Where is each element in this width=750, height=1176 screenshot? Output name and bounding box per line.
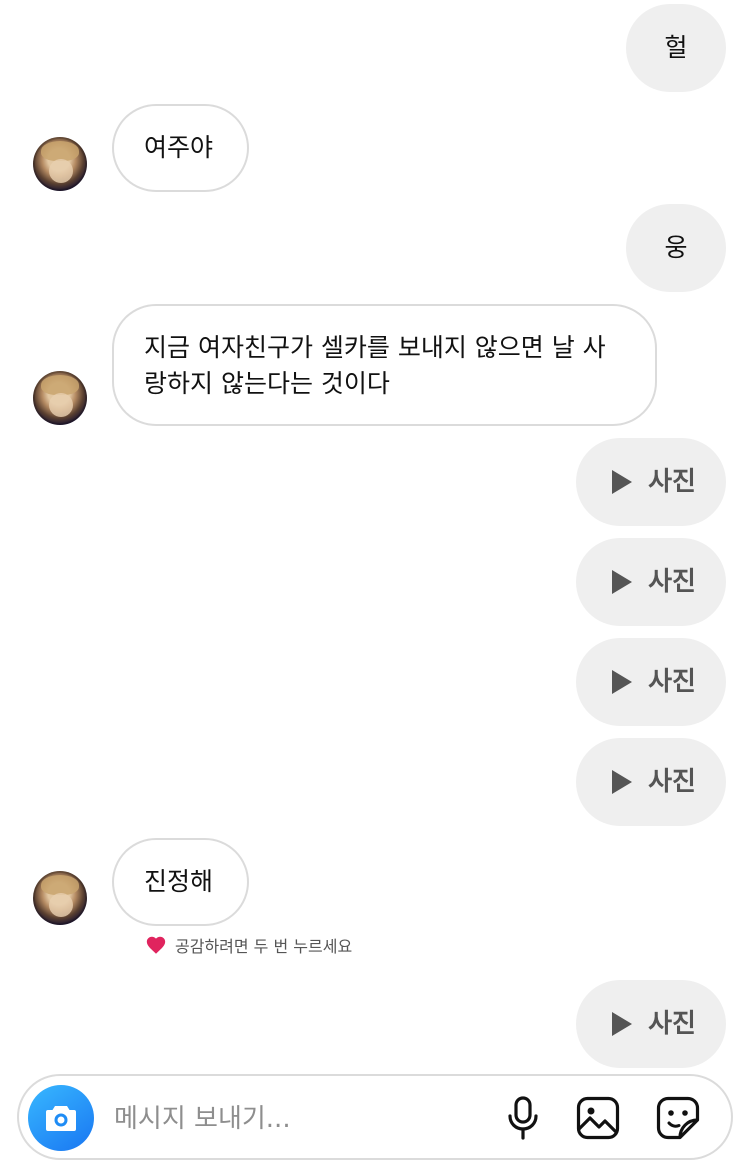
photo-label: 사진	[648, 1009, 696, 1039]
camera-icon	[46, 1106, 76, 1131]
sticker-button[interactable]	[655, 1095, 701, 1141]
message-text: 여주야	[144, 133, 214, 162]
camera-button[interactable]	[28, 1085, 94, 1151]
photo-label: 사진	[648, 767, 696, 797]
reaction-hint[interactable]: 공감하려면 두 번 누르세요	[145, 933, 352, 957]
message-composer: 메시지 보내기...	[17, 1074, 733, 1160]
reaction-hint-text: 공감하려면 두 번 누르세요	[175, 937, 353, 956]
play-icon	[612, 770, 633, 794]
heart-icon	[146, 936, 166, 954]
message-text: 지금 여자친구가 셀카를 보내지 않으면 날 사랑하지 않는다는 것이다	[144, 333, 606, 398]
sent-message[interactable]: 웅	[626, 204, 726, 292]
message-text: 웅	[664, 233, 688, 262]
message-input[interactable]: 메시지 보내기...	[114, 1098, 291, 1135]
message-input-placeholder: 메시지 보내기...	[114, 1104, 291, 1134]
photo-message[interactable]: 사진	[576, 638, 726, 726]
photo-message[interactable]: 사진	[576, 738, 726, 826]
sent-message[interactable]: 헐	[626, 4, 726, 92]
received-message[interactable]: 지금 여자친구가 셀카를 보내지 않으면 날 사랑하지 않는다는 것이다	[112, 304, 657, 426]
photo-label: 사진	[648, 467, 696, 497]
photo-message[interactable]: 사진	[576, 438, 726, 526]
sticker-icon	[656, 1096, 700, 1140]
microphone-button[interactable]	[500, 1095, 546, 1141]
gallery-button[interactable]	[575, 1095, 621, 1141]
image-icon	[576, 1096, 620, 1140]
avatar[interactable]	[33, 371, 87, 425]
photo-label: 사진	[648, 667, 696, 697]
photo-label: 사진	[648, 567, 696, 597]
received-message[interactable]: 여주야	[112, 104, 249, 192]
play-icon	[612, 470, 633, 494]
play-icon	[612, 1012, 633, 1036]
avatar[interactable]	[33, 871, 87, 925]
photo-message[interactable]: 사진	[576, 980, 726, 1068]
avatar[interactable]	[33, 137, 87, 191]
play-icon	[612, 570, 633, 594]
play-icon	[612, 670, 633, 694]
photo-message[interactable]: 사진	[576, 538, 726, 626]
received-message[interactable]: 진정해	[112, 838, 249, 926]
microphone-icon	[508, 1096, 538, 1140]
message-text: 진정해	[144, 867, 214, 896]
message-text: 헐	[664, 33, 688, 62]
